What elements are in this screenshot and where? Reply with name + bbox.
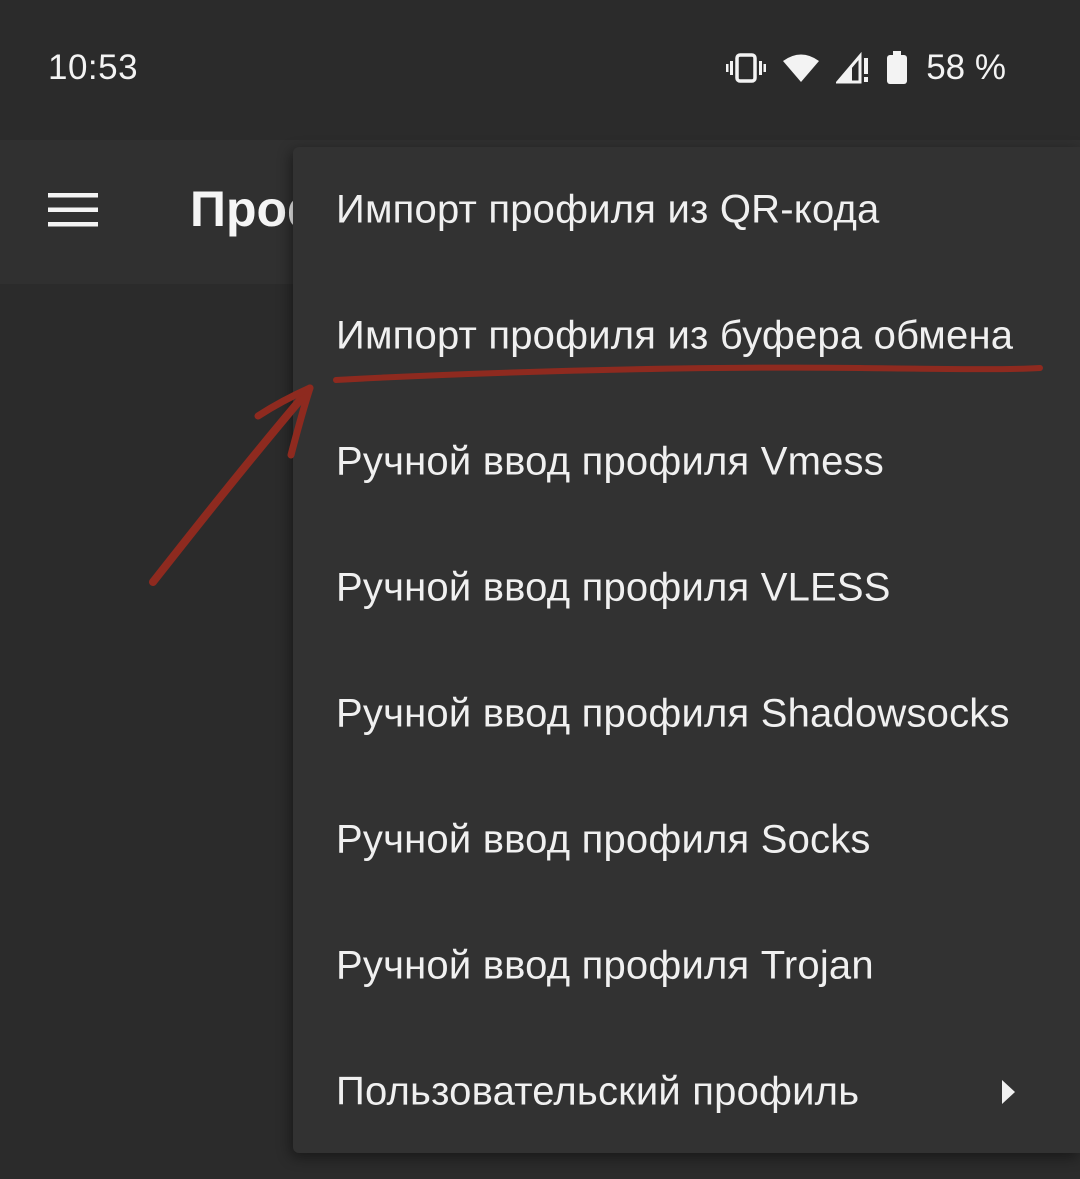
overflow-menu: Импорт профиля из QR-кода Импорт профиля… <box>293 147 1080 1153</box>
chevron-right-icon <box>1000 1079 1016 1105</box>
vibrate-icon <box>726 53 767 83</box>
menu-item-label: Импорт профиля из буфера обмена <box>336 313 1014 358</box>
menu-item-import-clipboard[interactable]: Импорт профиля из буфера обмена <box>293 273 1080 399</box>
menu-item-manual-socks[interactable]: Ручной ввод профиля Socks <box>293 777 1080 903</box>
menu-item-custom-profile[interactable]: Пользовательский профиль <box>293 1029 1080 1155</box>
menu-item-label: Ручной ввод профиля Trojan <box>336 943 874 988</box>
menu-item-label: Импорт профиля из QR-кода <box>336 187 880 232</box>
status-time: 10:53 <box>48 48 139 87</box>
menu-item-label: Ручной ввод профиля VLESS <box>336 565 891 610</box>
menu-item-label: Пользовательский профиль <box>336 1069 860 1114</box>
app-screen: 10:53 58 % Проф Импорт профиля из QR-код… <box>0 0 1080 1179</box>
menu-item-manual-vless[interactable]: Ручной ввод профиля VLESS <box>293 525 1080 651</box>
menu-item-manual-shadowsocks[interactable]: Ручной ввод профиля Shadowsocks <box>293 651 1080 777</box>
menu-item-label: Ручной ввод профиля Socks <box>336 817 871 862</box>
status-icons: 58 % <box>726 46 1006 90</box>
battery-percent: 58 % <box>926 48 1006 87</box>
menu-item-manual-trojan[interactable]: Ручной ввод профиля Trojan <box>293 903 1080 1029</box>
hamburger-menu-icon[interactable] <box>48 192 98 228</box>
wifi-icon <box>782 53 820 83</box>
status-bar: 10:53 58 % <box>0 0 1080 140</box>
menu-item-import-qr[interactable]: Импорт профиля из QR-кода <box>293 147 1080 273</box>
signal-icon <box>836 52 870 84</box>
menu-item-label: Ручной ввод профиля Shadowsocks <box>336 691 1010 736</box>
menu-item-label: Ручной ввод профиля Vmess <box>336 439 884 484</box>
menu-item-manual-vmess[interactable]: Ручной ввод профиля Vmess <box>293 399 1080 525</box>
battery-icon <box>886 51 908 85</box>
